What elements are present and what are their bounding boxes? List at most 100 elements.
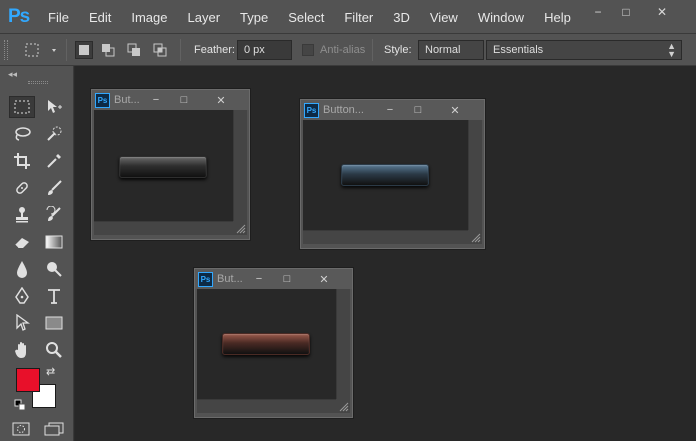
restore-button[interactable]: □ xyxy=(612,3,640,20)
menu-file[interactable]: File xyxy=(48,10,69,25)
menu-help[interactable]: Help xyxy=(544,10,571,25)
workspace-value: Essentials xyxy=(493,44,544,56)
menu-type[interactable]: Type xyxy=(240,10,268,25)
path-selection-tool-icon[interactable] xyxy=(9,312,35,334)
swap-colors-icon[interactable]: ⇄ xyxy=(46,365,55,378)
rectangular-marquee-tool-icon[interactable] xyxy=(9,96,35,118)
separator xyxy=(180,39,181,61)
style-label: Style: xyxy=(384,44,412,56)
doc-minimize-button[interactable]: − xyxy=(248,269,270,289)
blur-tool-icon[interactable] xyxy=(9,258,35,280)
document-window-1[interactable]: Ps But... − □ ✕ xyxy=(91,89,250,240)
collapse-panel-icon[interactable]: ◂◂ xyxy=(8,69,17,80)
document-window-3[interactable]: Ps But... − □ ✕ xyxy=(194,268,353,418)
subtract-from-selection-icon[interactable] xyxy=(125,41,143,59)
menu-window[interactable]: Window xyxy=(478,10,524,25)
menu-view[interactable]: View xyxy=(430,10,458,25)
foreground-color-front[interactable] xyxy=(16,368,40,392)
doc-restore-button[interactable]: □ xyxy=(276,269,298,289)
menu-bar: Ps File Edit Image Layer Type Select Fil… xyxy=(0,0,696,34)
tools-panel: ◂◂ ⇄ xyxy=(0,66,74,441)
horizontal-scrollbar[interactable] xyxy=(197,399,336,413)
document-title: But... xyxy=(114,94,140,106)
feather-label: Feather: xyxy=(194,44,235,56)
document-title-bar[interactable]: Ps But... − □ ✕ xyxy=(92,90,249,110)
quick-mask-icon[interactable] xyxy=(12,422,30,441)
rectangle-tool-icon[interactable] xyxy=(41,312,67,334)
menu-select[interactable]: Select xyxy=(288,10,324,25)
document-canvas[interactable] xyxy=(94,110,233,221)
screen-mode-icon[interactable] xyxy=(44,422,64,441)
ps-document-icon: Ps xyxy=(198,272,213,287)
options-bar: Feather: 0 px Anti-alias Style: Normal E… xyxy=(0,34,696,66)
crop-tool-icon[interactable] xyxy=(9,150,35,172)
vertical-scrollbar[interactable] xyxy=(468,120,482,230)
add-to-selection-icon[interactable] xyxy=(99,41,117,59)
zoom-tool-icon[interactable] xyxy=(41,339,67,361)
select-arrows-icon: ▲ ▼ xyxy=(667,41,676,59)
hand-tool-icon[interactable] xyxy=(9,339,35,361)
type-tool-icon[interactable] xyxy=(41,285,67,307)
quick-selection-tool-icon[interactable] xyxy=(41,123,67,145)
gradient-tool-icon[interactable] xyxy=(41,231,67,253)
photoshop-logo: Ps xyxy=(8,6,30,27)
brush-tool-icon[interactable] xyxy=(41,177,67,199)
separator xyxy=(372,39,373,61)
button-graphic xyxy=(222,333,310,355)
resize-grip-icon[interactable] xyxy=(468,230,482,244)
spot-healing-brush-icon[interactable] xyxy=(9,177,35,199)
doc-close-button[interactable]: ✕ xyxy=(210,90,232,110)
history-brush-tool-icon[interactable] xyxy=(41,204,67,226)
clone-stamp-tool-icon[interactable] xyxy=(9,204,35,226)
antialias-checkbox[interactable] xyxy=(302,44,314,56)
menu-3d[interactable]: 3D xyxy=(393,10,410,25)
pen-tool-icon[interactable] xyxy=(9,285,35,307)
default-colors-icon[interactable] xyxy=(14,398,26,416)
panel-grip xyxy=(28,81,48,84)
eraser-tool-icon[interactable] xyxy=(9,231,35,253)
workspace-select[interactable]: Essentials ▲ ▼ xyxy=(486,40,682,60)
separator xyxy=(66,39,67,61)
doc-minimize-button[interactable]: − xyxy=(145,90,167,110)
document-window-2[interactable]: Ps Button... − □ ✕ xyxy=(300,99,485,249)
new-selection-icon[interactable] xyxy=(75,41,93,59)
document-title-bar[interactable]: Ps Button... − □ ✕ xyxy=(301,100,484,120)
ps-document-icon: Ps xyxy=(95,93,110,108)
horizontal-scrollbar[interactable] xyxy=(94,221,233,235)
menu-filter[interactable]: Filter xyxy=(344,10,373,25)
vertical-scrollbar[interactable] xyxy=(233,110,247,221)
intersect-selection-icon[interactable] xyxy=(151,41,169,59)
move-tool-icon[interactable] xyxy=(41,96,67,118)
document-canvas[interactable] xyxy=(197,289,336,399)
style-select[interactable]: Normal xyxy=(418,40,484,60)
document-title-bar[interactable]: Ps But... − □ ✕ xyxy=(195,269,352,289)
ps-document-icon: Ps xyxy=(304,103,319,118)
antialias-label: Anti-alias xyxy=(320,44,366,56)
menu-layer[interactable]: Layer xyxy=(188,10,221,25)
doc-close-button[interactable]: ✕ xyxy=(444,100,466,120)
document-title: But... xyxy=(217,273,243,285)
menu-items: File Edit Image Layer Type Select Filter… xyxy=(48,0,591,34)
doc-minimize-button[interactable]: − xyxy=(379,100,401,120)
eyedropper-tool-icon[interactable] xyxy=(41,150,67,172)
close-button[interactable]: ✕ xyxy=(648,3,676,20)
button-graphic xyxy=(119,156,207,178)
feather-input[interactable]: 0 px xyxy=(237,40,292,60)
doc-restore-button[interactable]: □ xyxy=(407,100,429,120)
options-grip xyxy=(4,40,8,60)
menu-edit[interactable]: Edit xyxy=(89,10,111,25)
button-graphic xyxy=(341,164,429,186)
horizontal-scrollbar[interactable] xyxy=(303,230,468,244)
doc-restore-button[interactable]: □ xyxy=(173,90,195,110)
dodge-tool-icon[interactable] xyxy=(41,258,67,280)
document-title: Button... xyxy=(323,104,364,116)
marquee-preset-icon[interactable] xyxy=(22,42,62,63)
minimize-button[interactable]: − xyxy=(584,3,612,20)
document-canvas[interactable] xyxy=(303,120,468,230)
resize-grip-icon[interactable] xyxy=(233,221,247,235)
resize-grip-icon[interactable] xyxy=(336,399,350,413)
vertical-scrollbar[interactable] xyxy=(336,289,350,399)
doc-close-button[interactable]: ✕ xyxy=(313,269,335,289)
menu-image[interactable]: Image xyxy=(131,10,167,25)
lasso-tool-icon[interactable] xyxy=(9,123,35,145)
